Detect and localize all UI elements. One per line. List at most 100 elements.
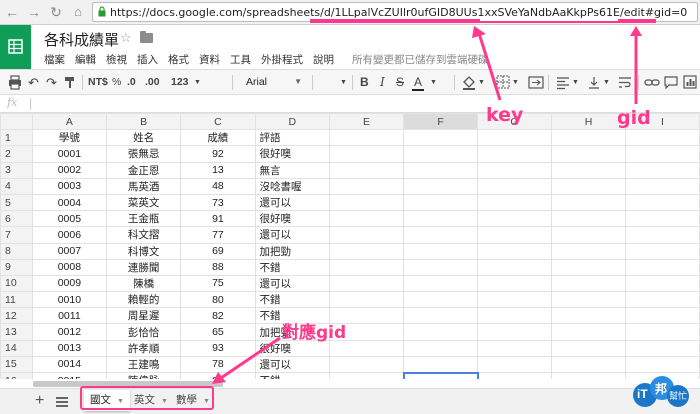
grid-cell[interactable]: 不錯	[254, 371, 331, 379]
selected-cell[interactable]	[402, 371, 479, 379]
grid-cell[interactable]	[329, 242, 405, 260]
grid-cell[interactable]: 還可以	[254, 274, 331, 293]
grid-cell[interactable]: 82	[180, 307, 256, 325]
row-header[interactable]: 13	[0, 323, 33, 341]
grid-cell[interactable]: 0013	[31, 339, 107, 357]
add-sheet-icon[interactable]: +	[35, 392, 44, 410]
chevron-down-icon[interactable]: ▼	[603, 75, 610, 90]
grid-cell[interactable]: 陳橋	[105, 274, 182, 293]
menu-view[interactable]: 檢視	[106, 52, 127, 67]
grid-cell[interactable]	[403, 210, 479, 228]
grid-cell[interactable]	[477, 339, 553, 357]
grid-cell[interactable]: 88	[180, 371, 256, 379]
grid-cell[interactable]: 成績	[180, 129, 256, 147]
grid-cell[interactable]: 69	[180, 242, 256, 260]
grid-cell[interactable]	[625, 355, 700, 374]
address-bar[interactable]: https://docs.google.com/spreadsheets/d/1…	[92, 2, 698, 22]
grid-cell[interactable]: 13	[180, 161, 256, 179]
grid-cell[interactable]	[403, 274, 479, 293]
grid-cell[interactable]: 0011	[31, 307, 107, 325]
grid-cell[interactable]: 加把勁	[254, 242, 331, 260]
grid-cell[interactable]: 陳偉脉	[105, 371, 182, 379]
grid-cell[interactable]: 很好噢	[254, 145, 331, 163]
menu-file[interactable]: 檔案	[44, 52, 65, 67]
text-wrap-icon[interactable]	[618, 75, 632, 90]
row-header[interactable]: 9	[0, 258, 33, 276]
grid-cell[interactable]	[625, 226, 700, 244]
grid-cell[interactable]	[551, 177, 626, 195]
row-header[interactable]: 1	[0, 129, 33, 147]
undo-icon[interactable]: ↶	[28, 75, 39, 90]
font-size-chevron-icon[interactable]: ▼	[340, 75, 347, 90]
grid-cell[interactable]	[403, 145, 479, 163]
grid-cell[interactable]	[477, 258, 553, 276]
row-header[interactable]: 12	[0, 307, 33, 325]
grid-cell[interactable]	[551, 242, 626, 260]
grid-cell[interactable]	[477, 210, 553, 228]
save-status[interactable]: 所有變更都已儲存到雲端硬碟	[352, 52, 489, 67]
column-header[interactable]: E	[329, 113, 405, 131]
grid-cell[interactable]	[403, 339, 479, 357]
grid-cell[interactable]: 馬英酒	[105, 177, 182, 195]
grid-cell[interactable]: 0008	[31, 258, 107, 276]
grid-cell[interactable]	[329, 291, 405, 309]
chevron-down-icon[interactable]: ▼	[478, 75, 485, 90]
grid-cell[interactable]: 77	[180, 226, 256, 244]
grid-cell[interactable]	[625, 274, 700, 293]
row-header[interactable]: 3	[0, 161, 33, 179]
grid-cell[interactable]: 賴輕的	[105, 291, 182, 309]
grid-cell[interactable]: 無言	[254, 161, 331, 179]
forward-icon[interactable]: →	[26, 4, 42, 20]
row-header[interactable]: 11	[0, 291, 33, 309]
insert-chart-icon[interactable]	[683, 75, 697, 90]
grid-cell[interactable]	[477, 371, 553, 379]
grid-cell[interactable]	[329, 274, 405, 293]
paint-format-icon[interactable]	[64, 75, 76, 90]
grid-cell[interactable]	[551, 339, 626, 357]
row-header[interactable]: 4	[0, 177, 33, 195]
grid-cell[interactable]	[403, 226, 479, 244]
grid-cell[interactable]	[551, 161, 626, 179]
grid-cell[interactable]	[329, 161, 405, 179]
grid-cell[interactable]	[329, 129, 405, 147]
grid-cell[interactable]	[403, 258, 479, 276]
grid-cell[interactable]	[477, 161, 553, 179]
grid-cell[interactable]	[477, 145, 553, 163]
grid-cell[interactable]	[403, 161, 479, 179]
grid-cell[interactable]	[625, 210, 700, 228]
more-formats-button[interactable]: 123	[171, 75, 189, 90]
grid-cell[interactable]: 0006	[31, 226, 107, 244]
grid-cell[interactable]: 不錯	[254, 258, 331, 276]
grid-cell[interactable]	[329, 371, 405, 379]
chevron-down-icon[interactable]: ▼	[194, 75, 201, 90]
grid-cell[interactable]: 張無忌	[105, 145, 182, 163]
grid-cell[interactable]: 王金瓶	[105, 210, 182, 228]
menu-edit[interactable]: 編輯	[75, 52, 96, 67]
menu-help[interactable]: 說明	[313, 52, 334, 67]
grid-cell[interactable]: 0009	[31, 274, 107, 293]
column-header[interactable]: A	[31, 113, 107, 131]
grid-cell[interactable]: 0014	[31, 355, 107, 374]
grid-cell[interactable]: 0005	[31, 210, 107, 228]
grid-cell[interactable]	[625, 129, 700, 147]
italic-icon[interactable]: I	[380, 75, 385, 90]
home-icon[interactable]: ⌂	[70, 4, 86, 20]
row-header[interactable]: 10	[0, 274, 33, 293]
grid-cell[interactable]: 75	[180, 274, 256, 293]
grid-cell[interactable]: 周星遲	[105, 307, 182, 325]
percent-format-button[interactable]: %	[112, 75, 121, 90]
vertical-align-icon[interactable]	[588, 75, 600, 90]
grid-cell[interactable]	[551, 307, 626, 325]
menu-addons[interactable]: 外掛程式	[261, 52, 303, 67]
column-header[interactable]: F	[403, 113, 479, 131]
grid-cell[interactable]	[477, 129, 553, 147]
grid-cell[interactable]: 王建鳴	[105, 355, 182, 374]
grid-cell[interactable]	[477, 291, 553, 309]
fill-color-icon[interactable]	[462, 75, 476, 90]
grid-cell[interactable]: 0003	[31, 177, 107, 195]
grid-cell[interactable]: 73	[180, 193, 256, 212]
grid-cell[interactable]	[329, 210, 405, 228]
grid-cell[interactable]: 48	[180, 177, 256, 195]
grid-cell[interactable]	[625, 258, 700, 276]
grid-cell[interactable]: 0012	[31, 323, 107, 341]
